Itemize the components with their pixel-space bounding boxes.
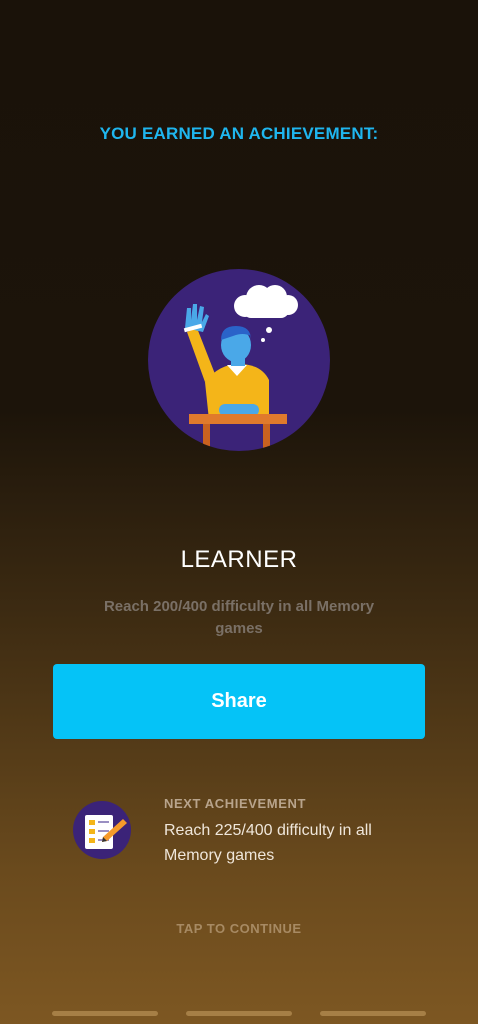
achievement-badge <box>147 268 331 452</box>
next-achievement-badge <box>73 801 131 859</box>
checklist-pencil-icon <box>73 801 131 859</box>
next-achievement-description: Reach 225/400 difficulty in all Memory g… <box>164 822 372 864</box>
achievement-headline: YOU EARNED AN ACHIEVEMENT: <box>99 124 379 143</box>
share-button[interactable]: Share <box>53 664 425 739</box>
student-raising-hand-icon <box>148 269 330 451</box>
tap-to-continue[interactable]: TAP TO CONTINUE <box>0 921 478 936</box>
nav-bar-left[interactable] <box>52 1011 158 1016</box>
next-achievement-label: NEXT ACHIEVEMENT <box>164 796 307 811</box>
achievement-title: LEARNER <box>180 546 298 573</box>
nav-bar-right[interactable] <box>320 1011 426 1016</box>
nav-bar-center[interactable] <box>186 1011 292 1016</box>
bottom-navigation-bars <box>0 1011 478 1017</box>
achievement-description: Reach 200/400 difficulty in all Memory g… <box>103 598 375 637</box>
